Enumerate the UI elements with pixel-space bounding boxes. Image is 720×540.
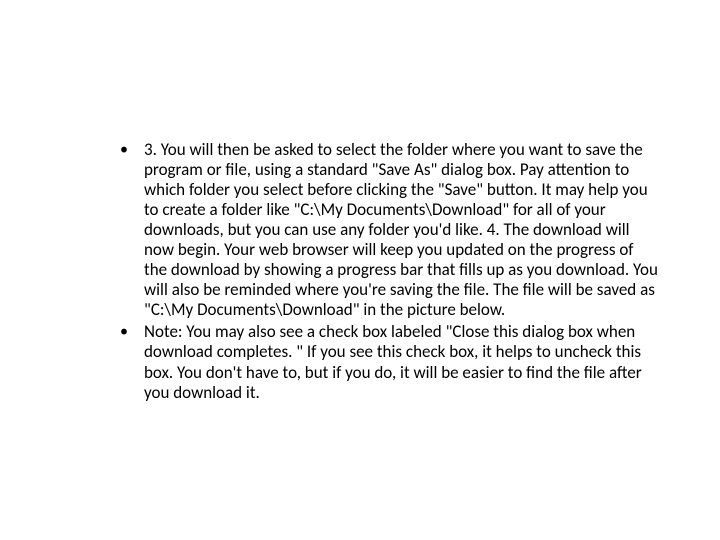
list-item: 3. You will then be asked to select the … (120, 140, 660, 320)
document-page: 3. You will then be asked to select the … (0, 0, 720, 540)
bullet-list: 3. You will then be asked to select the … (60, 140, 660, 403)
list-item-text: 3. You will then be asked to select the … (144, 139, 658, 320)
list-item-text: Note: You may also see a check box label… (144, 321, 642, 402)
list-item: Note: You may also see a check box label… (120, 322, 660, 402)
